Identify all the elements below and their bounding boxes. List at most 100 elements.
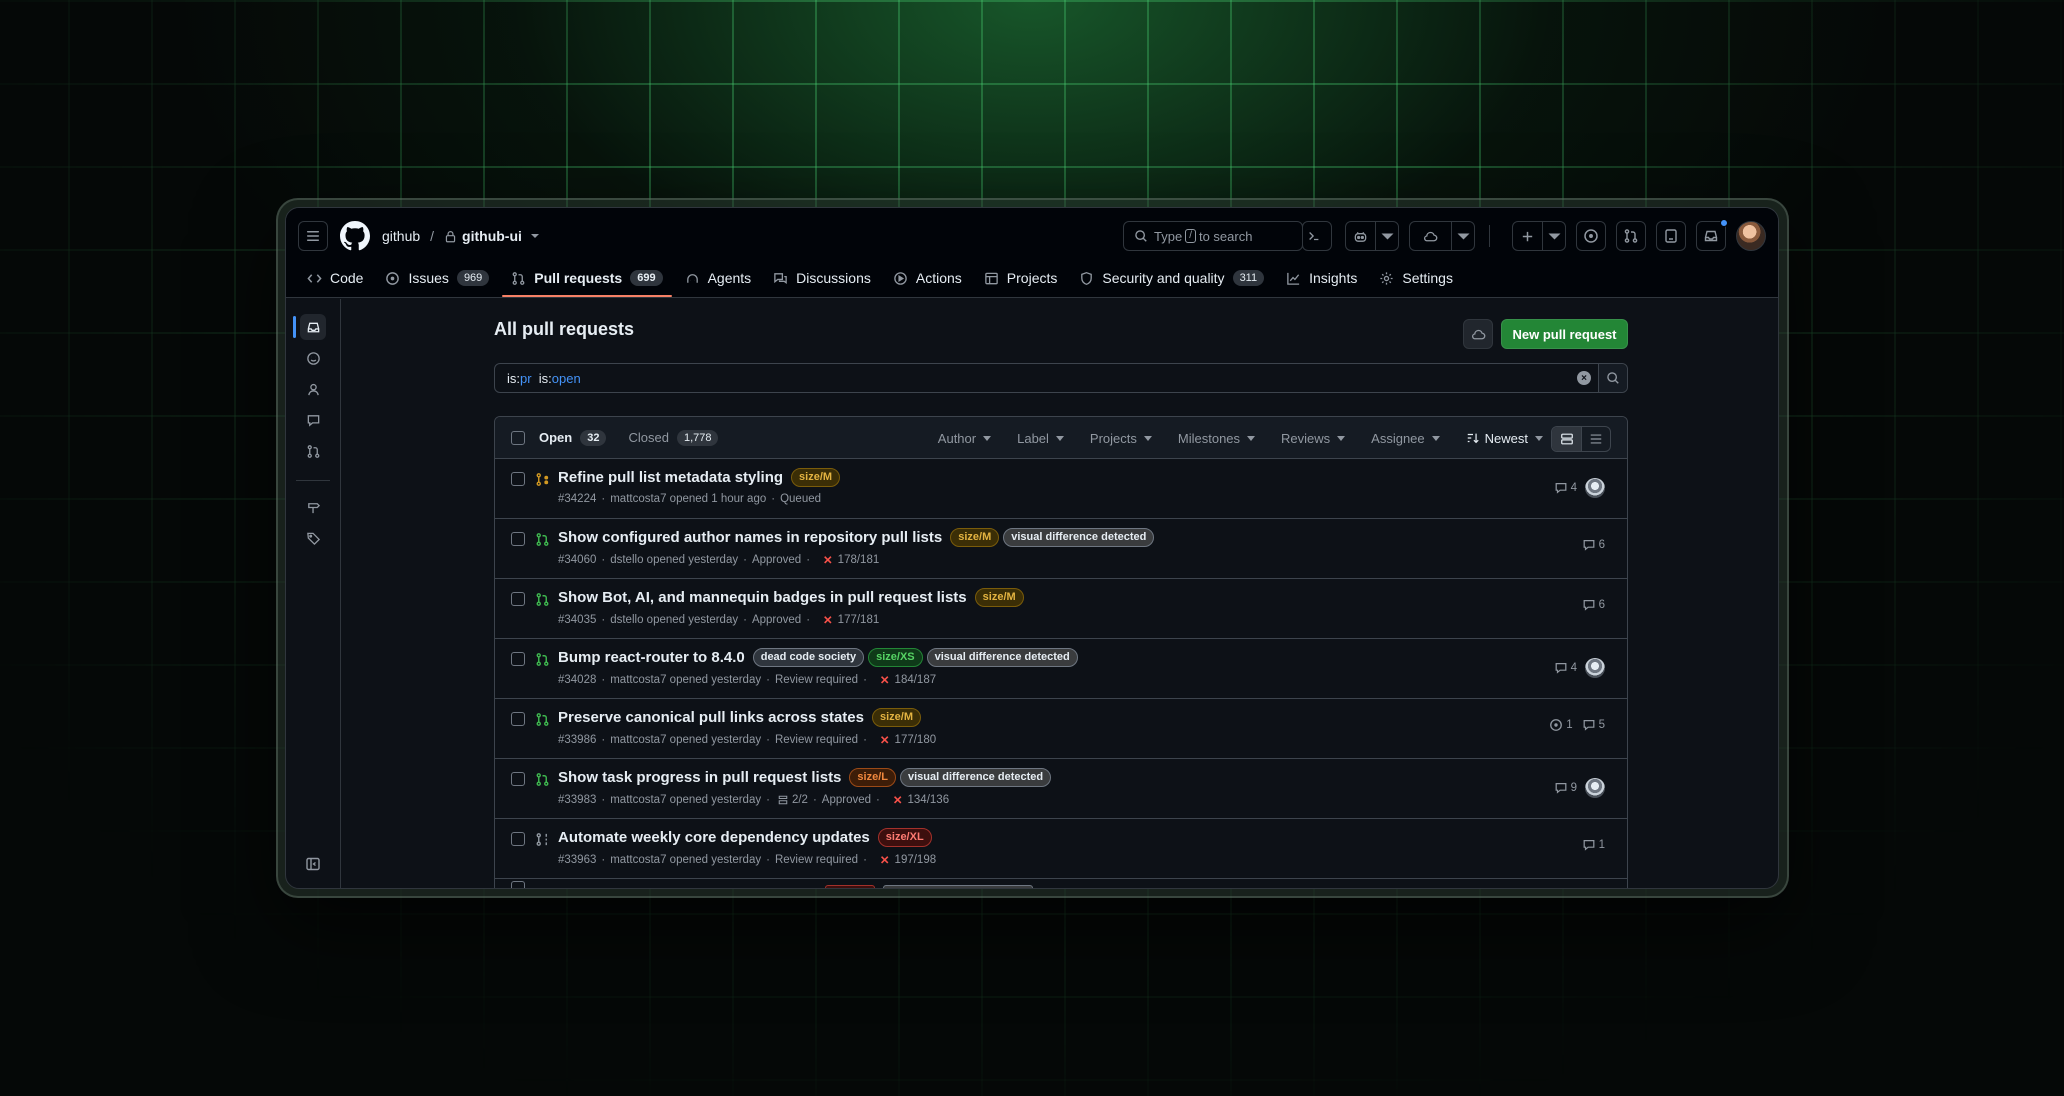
linked-issues[interactable]: 1 [1549,718,1573,732]
tab-actions[interactable]: Actions [884,259,971,297]
list-item[interactable]: Automate weekly core dependency updates … [495,819,1627,879]
plus-icon[interactable] [1513,222,1543,250]
pr-label[interactable]: size/XL [877,828,932,847]
github-logo-icon[interactable] [340,221,370,251]
pr-label[interactable]: visual difference detected [899,768,1052,787]
checks-failed-icon[interactable]: ✕ [823,613,833,627]
pr-checks[interactable]: 184/187 [895,674,937,686]
pr-checks[interactable]: 177/181 [838,614,880,626]
pr-title-link[interactable]: Bump react-router to 8.4.0 [558,649,745,666]
comfortable-view-button[interactable] [1552,427,1581,451]
compact-view-button[interactable] [1581,427,1610,451]
row-checkbox[interactable] [511,652,525,666]
checks-failed-icon[interactable]: ✕ [823,553,833,567]
pr-number[interactable]: #33986 [558,734,596,746]
list-item[interactable]: Bump react-router to 8.4.0 dead code soc… [495,639,1627,699]
pr-number[interactable]: #34035 [558,614,596,626]
checks-failed-icon[interactable]: ✕ [880,853,890,867]
pr-checks[interactable]: 134/136 [908,794,950,806]
tab-issues[interactable]: Issues 969 [376,259,498,297]
codespace-button[interactable] [1463,319,1493,349]
filter-label-dropdown[interactable]: Label [1017,431,1064,446]
row-checkbox[interactable] [511,472,525,486]
tab-pull-requests[interactable]: Pull requests 699 [502,259,672,297]
tab-security[interactable]: Security and quality 311 [1070,259,1273,297]
pr-number[interactable]: #33963 [558,854,596,866]
chevron-down-icon[interactable] [1543,222,1565,250]
pr-title-link[interactable]: Show task progress in pull request lists [558,769,841,786]
sort-dropdown[interactable]: Newest [1466,431,1543,446]
new-pull-request-button[interactable]: New pull request [1501,319,1628,349]
checks-failed-icon[interactable]: ✕ [880,673,890,687]
sidebar-collapse-icon[interactable] [305,856,321,872]
tab-agents[interactable]: Agents [676,259,761,297]
tab-settings[interactable]: Settings [1370,259,1462,297]
rail-pull-request[interactable] [300,438,326,464]
notifications-button[interactable] [1696,219,1728,251]
copilot-icon[interactable] [1346,222,1376,250]
pr-title-link[interactable]: Preserve canonical pull links across sta… [558,709,864,726]
pr-label[interactable]: size/L [849,768,896,787]
cloud-icon[interactable] [1410,222,1452,250]
comments[interactable]: 6 [1582,538,1605,552]
pr-label[interactable]: visual difference detected [1003,528,1155,547]
rail-tag[interactable] [300,525,326,551]
row-checkbox[interactable] [511,532,525,546]
pr-label[interactable]: size/M [950,528,1000,547]
closed-filter[interactable]: Closed 1,778 [628,429,719,446]
command-palette-button[interactable] [1302,221,1332,251]
pr-number[interactable]: #34060 [558,554,596,566]
issues-button[interactable] [1576,221,1606,251]
pr-checks[interactable]: 177/180 [895,734,937,746]
pr-title-link[interactable]: Show Bot, AI, and mannequin badges in pu… [558,589,967,606]
comments[interactable]: 1 [1582,838,1605,852]
pr-label[interactable]: size/M [791,468,841,487]
create-new-button[interactable] [1512,221,1566,251]
row-checkbox[interactable] [511,772,525,786]
pr-author[interactable]: mattcosta7 [610,674,666,686]
pr-author[interactable]: mattcosta7 [610,794,666,806]
search-input[interactable]: Type / to search [1123,221,1332,251]
rail-person[interactable] [300,376,326,402]
pull-requests-button[interactable] [1616,221,1646,251]
filter-assignee[interactable]: Assignee [1371,431,1440,446]
filter-milestones[interactable]: Milestones [1178,431,1256,446]
list-item[interactable]: Show task progress in pull request lists… [495,759,1627,819]
reviewer-avatar[interactable] [1585,478,1605,498]
comments[interactable]: 5 [1582,718,1605,732]
codespaces-button[interactable] [1409,221,1475,251]
checks-failed-icon[interactable]: ✕ [893,793,903,807]
breadcrumb-owner[interactable]: github [382,228,420,244]
rail-comment[interactable] [300,407,326,433]
row-checkbox[interactable] [511,712,525,726]
list-item[interactable] [495,879,1627,888]
comments[interactable]: 4 [1554,661,1577,675]
list-item[interactable]: Show configured author names in reposito… [495,519,1627,579]
list-item[interactable]: Refine pull list metadata styling size/M… [495,459,1627,519]
pr-author[interactable]: dstello [610,614,643,626]
rail-smiley[interactable] [300,345,326,371]
repositories-button[interactable] [1656,221,1686,251]
pr-checks[interactable]: 178/181 [838,554,880,566]
rail-signpost[interactable] [300,494,326,520]
pr-label[interactable]: size/XS [868,648,923,667]
comments[interactable]: 9 [1554,781,1577,795]
tab-insights[interactable]: Insights [1277,259,1366,297]
row-checkbox[interactable] [511,832,525,846]
chevron-down-icon[interactable] [1376,222,1398,250]
select-all-checkbox[interactable] [511,430,525,445]
filter-search-button[interactable] [1598,364,1627,392]
row-checkbox[interactable] [511,881,525,888]
comments[interactable]: 4 [1554,481,1577,495]
tab-discussions[interactable]: Discussions [764,259,880,297]
reviewer-avatar[interactable] [1585,658,1605,678]
copilot-button[interactable] [1345,221,1399,251]
pr-number[interactable]: #34028 [558,674,596,686]
pr-label[interactable]: dead code society [752,648,865,667]
chevron-down-icon[interactable] [530,231,540,241]
user-avatar[interactable] [1736,221,1766,251]
pr-number[interactable]: #34224 [558,493,596,505]
tab-code[interactable]: Code [298,259,372,297]
pr-author[interactable]: mattcosta7 [610,734,666,746]
filter-projects[interactable]: Projects [1090,431,1152,446]
